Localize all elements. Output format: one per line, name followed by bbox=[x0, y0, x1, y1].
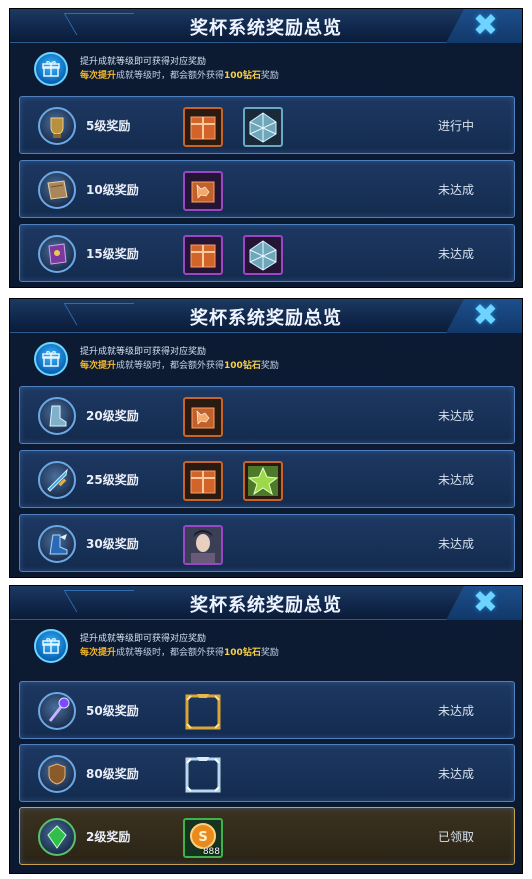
magic-staff-icon bbox=[38, 692, 76, 730]
notice-text-end: 奖励 bbox=[260, 648, 279, 658]
panel-header: 奖杯系统奖励总览 ✖ bbox=[10, 9, 522, 43]
notice-banner: 提升成就等级即可获得对应奖励 每次提升成就等级时，都会额外获得100钻石奖励 bbox=[16, 624, 516, 668]
gift-icon bbox=[34, 629, 68, 663]
notice-line-1: 提升成就等级即可获得对应奖励 bbox=[80, 634, 207, 644]
reward-status: 未达成 bbox=[437, 767, 474, 781]
reward-status: 未达成 bbox=[437, 704, 474, 718]
trophy-bronze-icon bbox=[38, 107, 76, 145]
panel-header: 奖杯系统奖励总览 ✖ bbox=[10, 586, 522, 620]
reward-row-level-20[interactable]: 20级奖励 未达成 bbox=[19, 386, 515, 444]
reward-row-level-2[interactable]: 2级奖励 S 888 已领取 bbox=[19, 807, 515, 865]
spellbook-icon bbox=[38, 235, 76, 273]
reward-level-label: 50级奖励 bbox=[86, 704, 139, 718]
reward-row-level-25[interactable]: 25级奖励 未达成 bbox=[19, 450, 515, 508]
notice-banner: 提升成就等级即可获得对应奖励 每次提升成就等级时，都会额外获得100钻石奖励 bbox=[16, 337, 516, 381]
notice-highlight-every: 每次提升 bbox=[80, 648, 117, 658]
notice-text: 成就等级时，都会额外获得 bbox=[116, 648, 225, 658]
reward-level-label: 15级奖励 bbox=[86, 247, 139, 261]
boots-icon bbox=[38, 397, 76, 435]
notice-diamond-amount: 100钻石 bbox=[224, 71, 261, 81]
notice-line-2: 每次提升成就等级时，都会额外获得100钻石奖励 bbox=[80, 359, 279, 373]
notice-line-2: 每次提升成就等级时，都会额外获得100钻石奖励 bbox=[80, 646, 279, 660]
panel-title: 奖杯系统奖励总览 bbox=[190, 595, 342, 616]
notice-text: 成就等级时，都会额外获得 bbox=[116, 361, 225, 371]
sword-icon bbox=[38, 461, 76, 499]
notice-line-1: 提升成就等级即可获得对应奖励 bbox=[80, 347, 207, 357]
gold-avatar-frame-icon[interactable] bbox=[183, 692, 223, 732]
gift-icon bbox=[34, 342, 68, 376]
notice-line-1: 提升成就等级即可获得对应奖励 bbox=[80, 57, 207, 67]
notice-diamond-amount: 100钻石 bbox=[224, 361, 261, 371]
reward-row-level-15[interactable]: 15级奖励 未达成 bbox=[19, 224, 515, 282]
reward-level-label: 10级奖励 bbox=[86, 183, 139, 197]
reward-row-level-30[interactable]: 30级奖励 未达成 bbox=[19, 514, 515, 572]
reward-status: 已领取 bbox=[437, 830, 474, 844]
gold-coin-icon[interactable]: S 888 bbox=[183, 818, 223, 858]
reward-row-level-50[interactable]: 50级奖励 未达成 bbox=[19, 681, 515, 739]
silver-avatar-frame-icon[interactable] bbox=[183, 755, 223, 795]
notice-highlight-every: 每次提升 bbox=[80, 361, 117, 371]
reward-status: 未达成 bbox=[437, 247, 474, 261]
orange-fragment-chest-icon[interactable] bbox=[183, 397, 223, 437]
reward-overview-panel-1: 奖杯系统奖励总览 ✖ 提升成就等级即可获得对应奖励 每次提升成就等级时，都会额外… bbox=[9, 8, 523, 288]
notice-text: 成就等级时，都会额外获得 bbox=[116, 71, 225, 81]
reward-level-label: 5级奖励 bbox=[86, 119, 131, 133]
notice-highlight-every: 每次提升 bbox=[80, 71, 117, 81]
armor-icon bbox=[38, 755, 76, 793]
reward-status: 未达成 bbox=[437, 537, 474, 551]
panel-title: 奖杯系统奖励总览 bbox=[190, 308, 342, 329]
close-icon[interactable]: ✖ bbox=[473, 299, 498, 333]
notice-text-end: 奖励 bbox=[260, 71, 279, 81]
panel-title: 奖杯系统奖励总览 bbox=[190, 18, 342, 39]
close-icon[interactable]: ✖ bbox=[473, 586, 498, 620]
reward-status: 未达成 bbox=[437, 183, 474, 197]
notice-line-2: 每次提升成就等级时，都会额外获得100钻石奖励 bbox=[80, 69, 279, 83]
reward-level-label: 20级奖励 bbox=[86, 409, 139, 423]
reward-level-label: 2级奖励 bbox=[86, 830, 131, 844]
green-star-chest-icon[interactable] bbox=[243, 461, 283, 501]
gift-icon bbox=[34, 52, 68, 86]
reward-row-level-80[interactable]: 80级奖励 未达成 bbox=[19, 744, 515, 802]
panel-header: 奖杯系统奖励总览 ✖ bbox=[10, 299, 522, 333]
reward-row-level-5[interactable]: 5级奖励 进行中 bbox=[19, 96, 515, 154]
orange-chest-icon[interactable] bbox=[183, 461, 223, 501]
notice-text-end: 奖励 bbox=[260, 361, 279, 371]
orange-chest-icon[interactable] bbox=[183, 107, 223, 147]
orange-chest-icon[interactable] bbox=[183, 235, 223, 275]
diamond-chest-icon[interactable] bbox=[243, 107, 283, 147]
notice-diamond-amount: 100钻石 bbox=[224, 648, 261, 658]
winged-boot-icon bbox=[38, 525, 76, 563]
reward-level-label: 80级奖励 bbox=[86, 767, 139, 781]
reward-status: 未达成 bbox=[437, 473, 474, 487]
book-icon bbox=[38, 171, 76, 209]
item-count: 888 bbox=[202, 847, 220, 857]
reward-level-label: 25级奖励 bbox=[86, 473, 139, 487]
hero-portrait-icon[interactable] bbox=[183, 525, 223, 565]
purple-fragment-chest-icon[interactable] bbox=[183, 171, 223, 211]
svg-text:S: S bbox=[198, 830, 207, 845]
emerald-icon bbox=[38, 818, 76, 856]
diamond-chest-icon[interactable] bbox=[243, 235, 283, 275]
reward-overview-panel-3: 奖杯系统奖励总览 ✖ 提升成就等级即可获得对应奖励 每次提升成就等级时，都会额外… bbox=[9, 585, 523, 874]
reward-level-label: 30级奖励 bbox=[86, 537, 139, 551]
close-icon[interactable]: ✖ bbox=[473, 9, 498, 43]
reward-status: 未达成 bbox=[437, 409, 474, 423]
notice-banner: 提升成就等级即可获得对应奖励 每次提升成就等级时，都会额外获得100钻石奖励 bbox=[16, 47, 516, 91]
reward-overview-panel-2: 奖杯系统奖励总览 ✖ 提升成就等级即可获得对应奖励 每次提升成就等级时，都会额外… bbox=[9, 298, 523, 578]
reward-row-level-10[interactable]: 10级奖励 未达成 bbox=[19, 160, 515, 218]
reward-status: 进行中 bbox=[437, 119, 474, 133]
